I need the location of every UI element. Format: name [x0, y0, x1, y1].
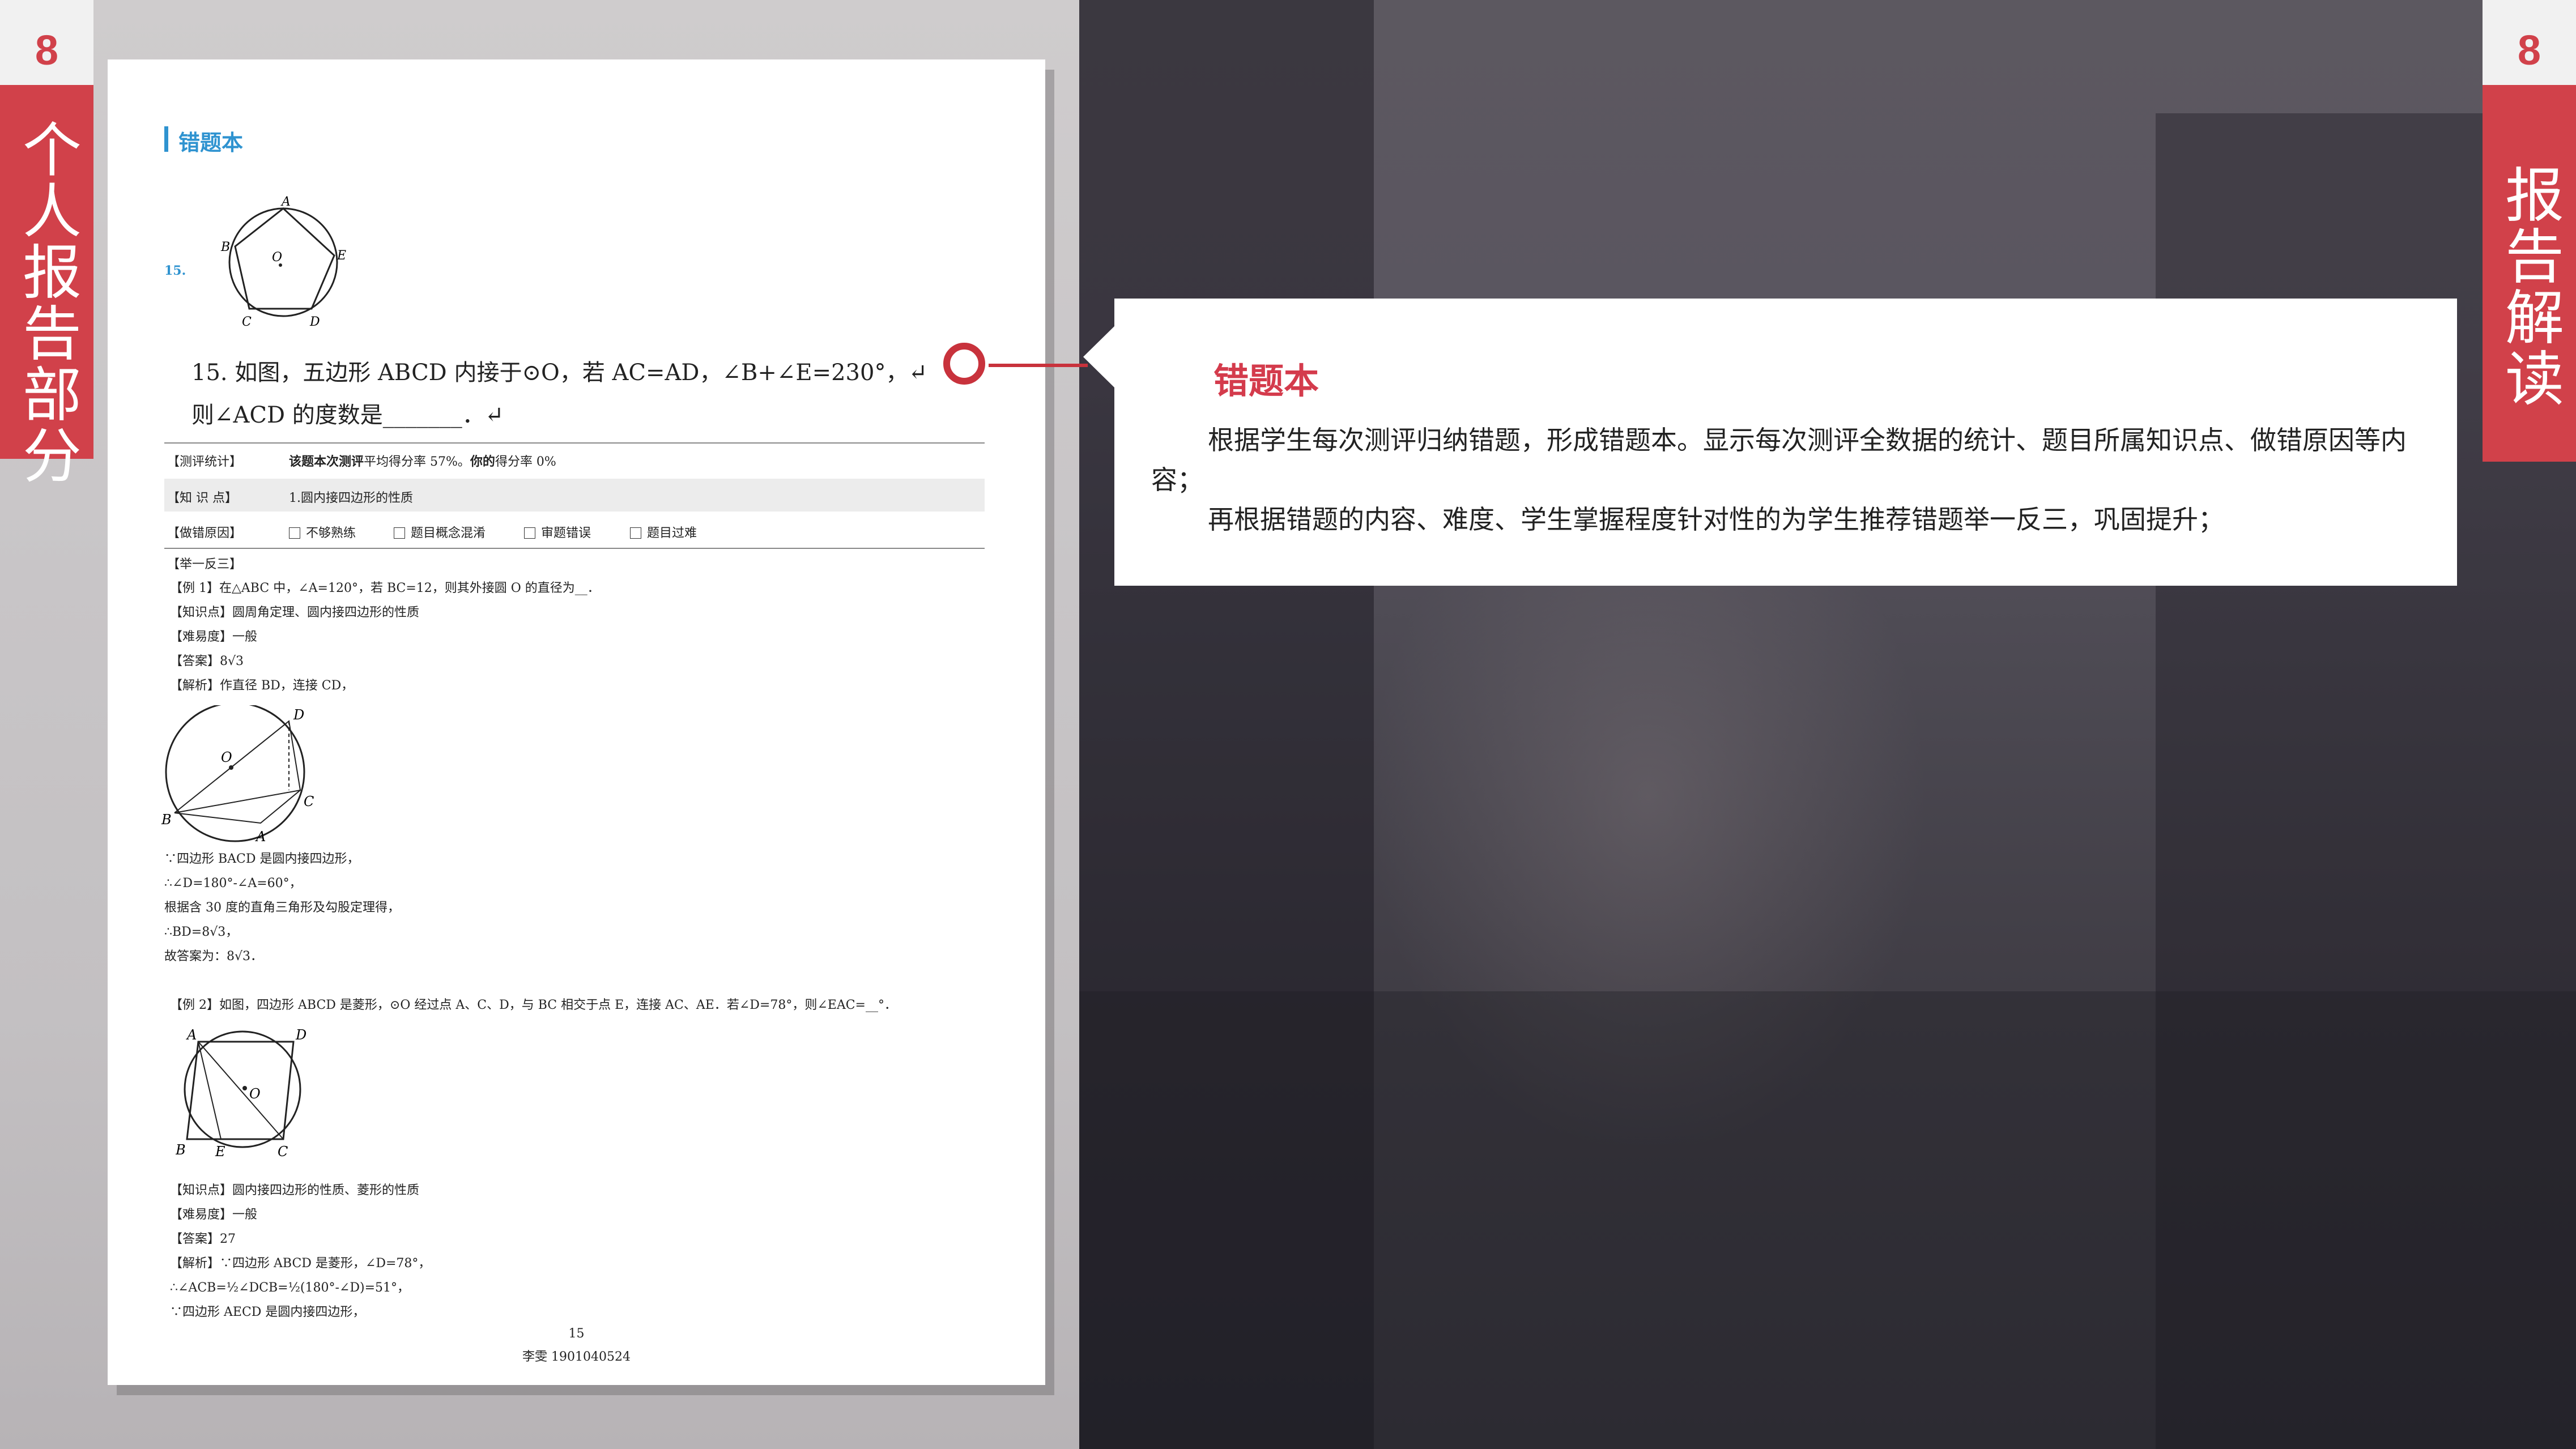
figure-label: D — [309, 315, 320, 329]
analysis-step: ∴BD=8√3， — [164, 925, 239, 939]
document-header: 错题本 — [178, 130, 244, 155]
figure-label: E — [215, 1144, 225, 1160]
callout-card: 错题本 根据学生每次测评归纳错题，形成错题本。显示每次测评全数据的统计、题目所属… — [1114, 299, 2457, 586]
stats-value: 平均得分率 57%。 — [364, 455, 470, 469]
rhombus-circle-figure: A D O B E C — [176, 1027, 306, 1160]
example-difficulty: 【难易度】一般 — [170, 630, 258, 644]
error-reason-label: 【做错原因】 — [167, 526, 242, 540]
example-analysis: 【解析】∵四边形 ABCD 是菱形，∠D=78°， — [170, 1256, 431, 1271]
example-difficulty: 【难易度】一般 — [170, 1208, 258, 1222]
section-title: 报告解读 — [2494, 164, 2564, 409]
figure-label: C — [242, 315, 252, 329]
error-reason-option[interactable]: 不够熟练 — [289, 523, 356, 541]
example-answer: 【答案】8√3 — [170, 654, 244, 668]
student-name-id: 李雯 1901040524 — [522, 1350, 631, 1364]
knowledge-value: 1.圆内接四边形的性质 — [289, 491, 413, 505]
error-reason-option[interactable]: 题目概念混淆 — [394, 523, 486, 541]
header-accent-bar — [164, 126, 168, 152]
example-analysis: 【解析】作直径 BD，连接 CD， — [170, 679, 354, 693]
checkbox[interactable] — [394, 527, 405, 539]
divider — [164, 442, 985, 444]
error-reason-option[interactable]: 审题错误 — [524, 523, 591, 541]
card-title: 错题本 — [1214, 360, 1319, 402]
question-text: 则∠ACD 的度数是_______．↵ — [191, 402, 504, 428]
callout-notch — [1083, 326, 1115, 388]
section-number: 8 — [0, 0, 93, 85]
figure-label: A — [186, 1027, 197, 1043]
connector-line — [989, 364, 1088, 367]
question-text: 15. 如图，五边形 ABCD 内接于⊙O，若 AC=AD，∠B+∠E=230°… — [191, 360, 927, 386]
figure-label: B — [161, 812, 172, 828]
example-knowledge: 【知识点】圆周角定理、圆内接四边形的性质 — [170, 606, 420, 620]
figure-label: A — [280, 195, 291, 209]
analysis-step: ∵四边形 AECD 是圆内接四边形， — [170, 1305, 365, 1319]
example-stem: 【例 1】在△ABC 中，∠A=120°，若 BC=12，则其外接圆 O 的直径… — [170, 581, 600, 595]
stats-text: 该题本次测评平均得分率 57%。你的得分率 0% — [289, 451, 556, 470]
figure-label: D — [293, 707, 304, 723]
analysis-step: 故答案为：8√3． — [164, 949, 263, 964]
card-body: 根据学生每次测评归纳错题，形成错题本。显示每次测评全数据的统计、题目所属知识点、… — [1151, 420, 2426, 539]
connector-dot — [943, 343, 985, 385]
figure-label: C — [278, 1144, 288, 1160]
example-stem: 【例 2】如图，四边形 ABCD 是菱形，⊙O 经过点 A、C、D，与 BC 相… — [170, 998, 897, 1012]
analysis-step: 根据含 30 度的直角三角形及勾股定理得， — [164, 901, 400, 915]
card-paragraph: 根据学生每次测评归纳错题，形成错题本。显示每次测评全数据的统计、题目所属知识点、… — [1151, 425, 2407, 495]
checkbox[interactable] — [524, 527, 535, 539]
knowledge-row-background — [164, 479, 985, 512]
figure-label: O — [272, 250, 282, 265]
analysis-step: ∴∠ACB=½∠DCB=½(180°-∠D)=51°， — [170, 1281, 410, 1295]
checkbox[interactable] — [289, 527, 300, 539]
figure-label: B — [176, 1142, 186, 1158]
figure-label: E — [337, 249, 346, 263]
analysis-step: ∴∠D=180°-∠A=60°， — [164, 876, 302, 890]
divider — [164, 548, 985, 549]
section-title: 个人报告部分 — [12, 119, 82, 486]
example-knowledge: 【知识点】圆内接四边形的性质、菱形的性质 — [170, 1183, 420, 1197]
figure-label: O — [249, 1086, 261, 1102]
pentagon-circle-figure: A B E C D O — [220, 195, 346, 329]
figure-label: B — [220, 240, 230, 254]
page-number: 15 — [568, 1327, 585, 1341]
stats-label: 【测评统计】 — [167, 455, 242, 469]
question-number: 15. — [164, 263, 186, 278]
figure-label: C — [304, 794, 314, 809]
circle-figure-example1: D O B C A — [161, 705, 314, 845]
section-tab-left: 8 个人报告部分 — [0, 0, 93, 486]
figure-label: A — [255, 829, 266, 845]
figure-label: O — [221, 749, 232, 765]
figure-label: D — [295, 1027, 306, 1043]
report-document-page: 错题本 15. A B E C D O 15. 如图，五边形 ABCD 内接于⊙… — [108, 59, 1045, 1385]
error-reason-option[interactable]: 题目过难 — [630, 523, 697, 541]
section-number: 8 — [2483, 0, 2576, 85]
card-paragraph: 再根据错题的内容、难度、学生掌握程度针对性的为学生推荐错题举一反三，巩固提升； — [1208, 504, 2224, 535]
stats-bold: 该题本次测评 — [289, 454, 364, 469]
checkbox[interactable] — [630, 527, 641, 539]
alley-background-photo — [1079, 0, 2576, 1449]
section-tab-right: 8 报告解读 — [2483, 0, 2576, 462]
analysis-step: ∵四边形 BACD 是圆内接四边形， — [164, 852, 360, 866]
stats-bold: 你的 — [470, 454, 495, 469]
example-answer: 【答案】27 — [170, 1232, 236, 1246]
stats-value: 得分率 0% — [495, 455, 556, 469]
knowledge-label: 【知 识 点】 — [167, 491, 237, 505]
practice-title: 【举一反三】 — [167, 557, 242, 572]
